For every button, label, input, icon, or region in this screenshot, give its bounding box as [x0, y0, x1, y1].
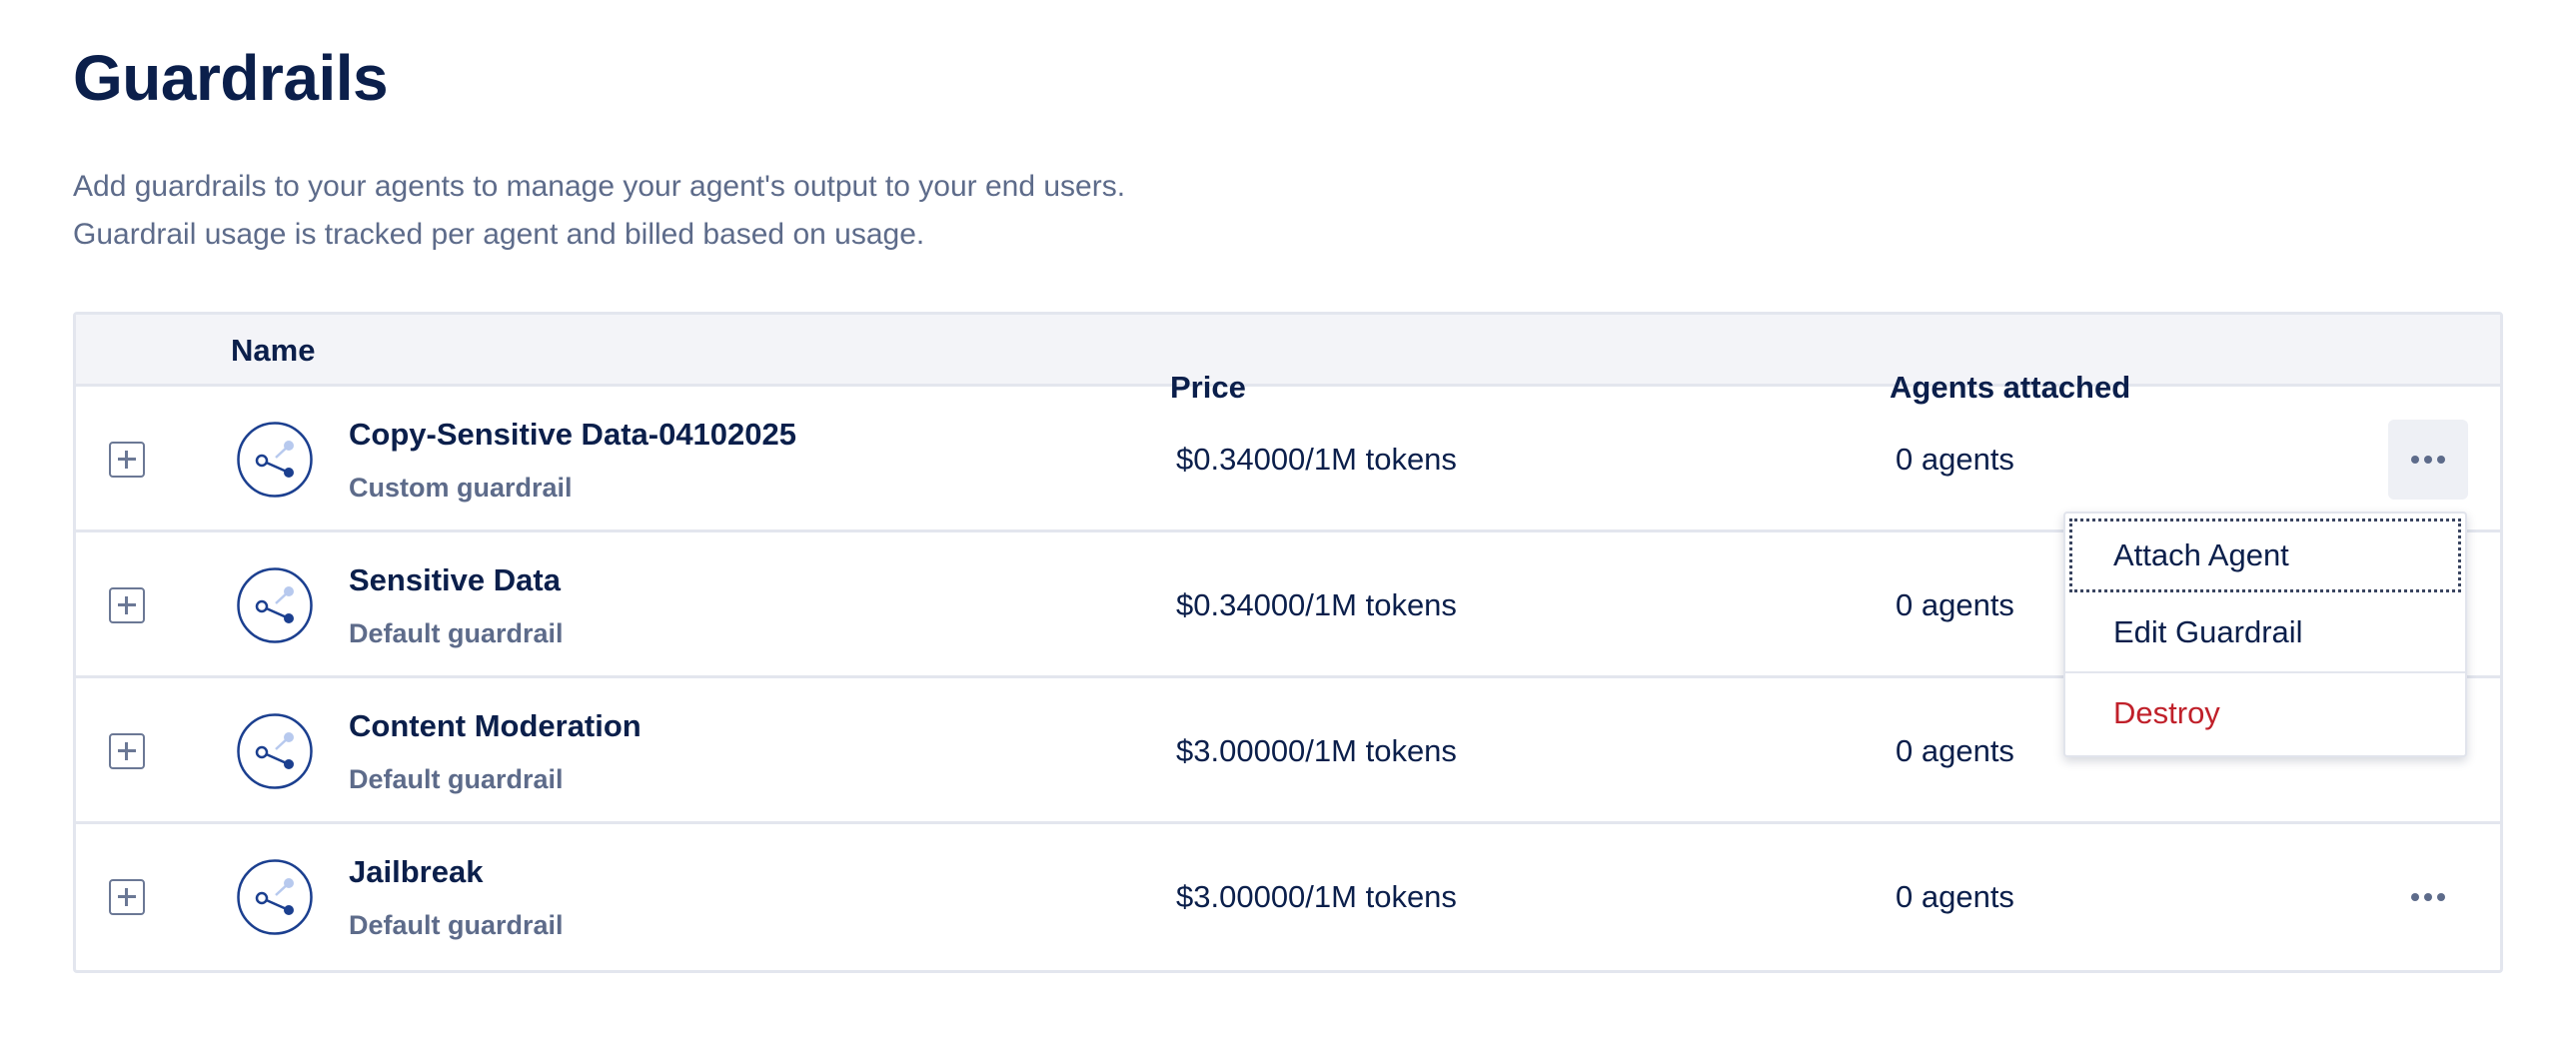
menu-item-destroy[interactable]: Destroy: [2069, 673, 2461, 752]
agents-attached-count: 0 agents: [1896, 442, 2014, 477]
page-description: Add guardrails to your agents to manage …: [73, 163, 2503, 259]
menu-item-edit-guardrail[interactable]: Edit Guardrail: [2069, 592, 2461, 671]
guardrail-node-icon: [237, 567, 313, 643]
guardrail-name[interactable]: Copy-Sensitive Data-04102025: [349, 417, 796, 453]
expand-row-icon[interactable]: [109, 733, 145, 769]
expand-row-icon[interactable]: [109, 442, 145, 478]
agents-attached-count: 0 agents: [1896, 587, 2014, 622]
table-header: Name Price Agents attached: [76, 315, 2500, 405]
table-row: Jailbreak Default guardrail $3.00000/1M …: [76, 824, 2500, 970]
guardrail-name[interactable]: Sensitive Data: [349, 562, 561, 598]
guardrail-price: $0.34000/1M tokens: [1176, 442, 1457, 477]
description-line-1: Add guardrails to your agents to manage …: [73, 170, 1126, 203]
more-actions-button[interactable]: [2388, 420, 2468, 500]
more-horizontal-icon-dot: [2424, 893, 2432, 901]
more-actions-button[interactable]: [2388, 857, 2468, 937]
description-line-2: Guardrail usage is tracked per agent and…: [73, 218, 925, 251]
page-header: Guardrails Add guardrails to your agents…: [73, 38, 2503, 259]
guardrail-price: $3.00000/1M tokens: [1176, 733, 1457, 768]
menu-item-attach-agent[interactable]: Attach Agent: [2069, 519, 2461, 592]
guardrail-type: Custom guardrail: [349, 473, 573, 503]
column-header-name: Name: [231, 333, 316, 368]
guardrail-type: Default guardrail: [349, 618, 564, 648]
guardrail-name[interactable]: Jailbreak: [349, 854, 483, 890]
more-horizontal-icon-dot: [2437, 893, 2445, 901]
guardrail-type: Default guardrail: [349, 910, 564, 940]
guardrail-node-icon: [237, 859, 313, 935]
guardrail-name[interactable]: Content Moderation: [349, 708, 642, 744]
guardrail-node-icon: [237, 422, 313, 498]
more-horizontal-icon-dot: [2424, 456, 2432, 464]
agents-attached-count: 0 agents: [1896, 733, 2014, 768]
more-horizontal-icon: [2411, 456, 2419, 464]
expand-row-icon[interactable]: [109, 879, 145, 915]
row-actions-menu: Attach Agent Edit Guardrail Destroy: [2063, 512, 2467, 757]
page-title: Guardrails: [73, 42, 389, 114]
agents-attached-count: 0 agents: [1896, 879, 2014, 914]
more-horizontal-icon: [2411, 893, 2419, 901]
guardrail-price: $0.34000/1M tokens: [1176, 587, 1457, 622]
guardrail-price: $3.00000/1M tokens: [1176, 879, 1457, 914]
expand-row-icon[interactable]: [109, 587, 145, 623]
guardrail-node-icon: [237, 713, 313, 789]
guardrail-type: Default guardrail: [349, 764, 564, 794]
more-horizontal-icon-dot: [2437, 456, 2445, 464]
